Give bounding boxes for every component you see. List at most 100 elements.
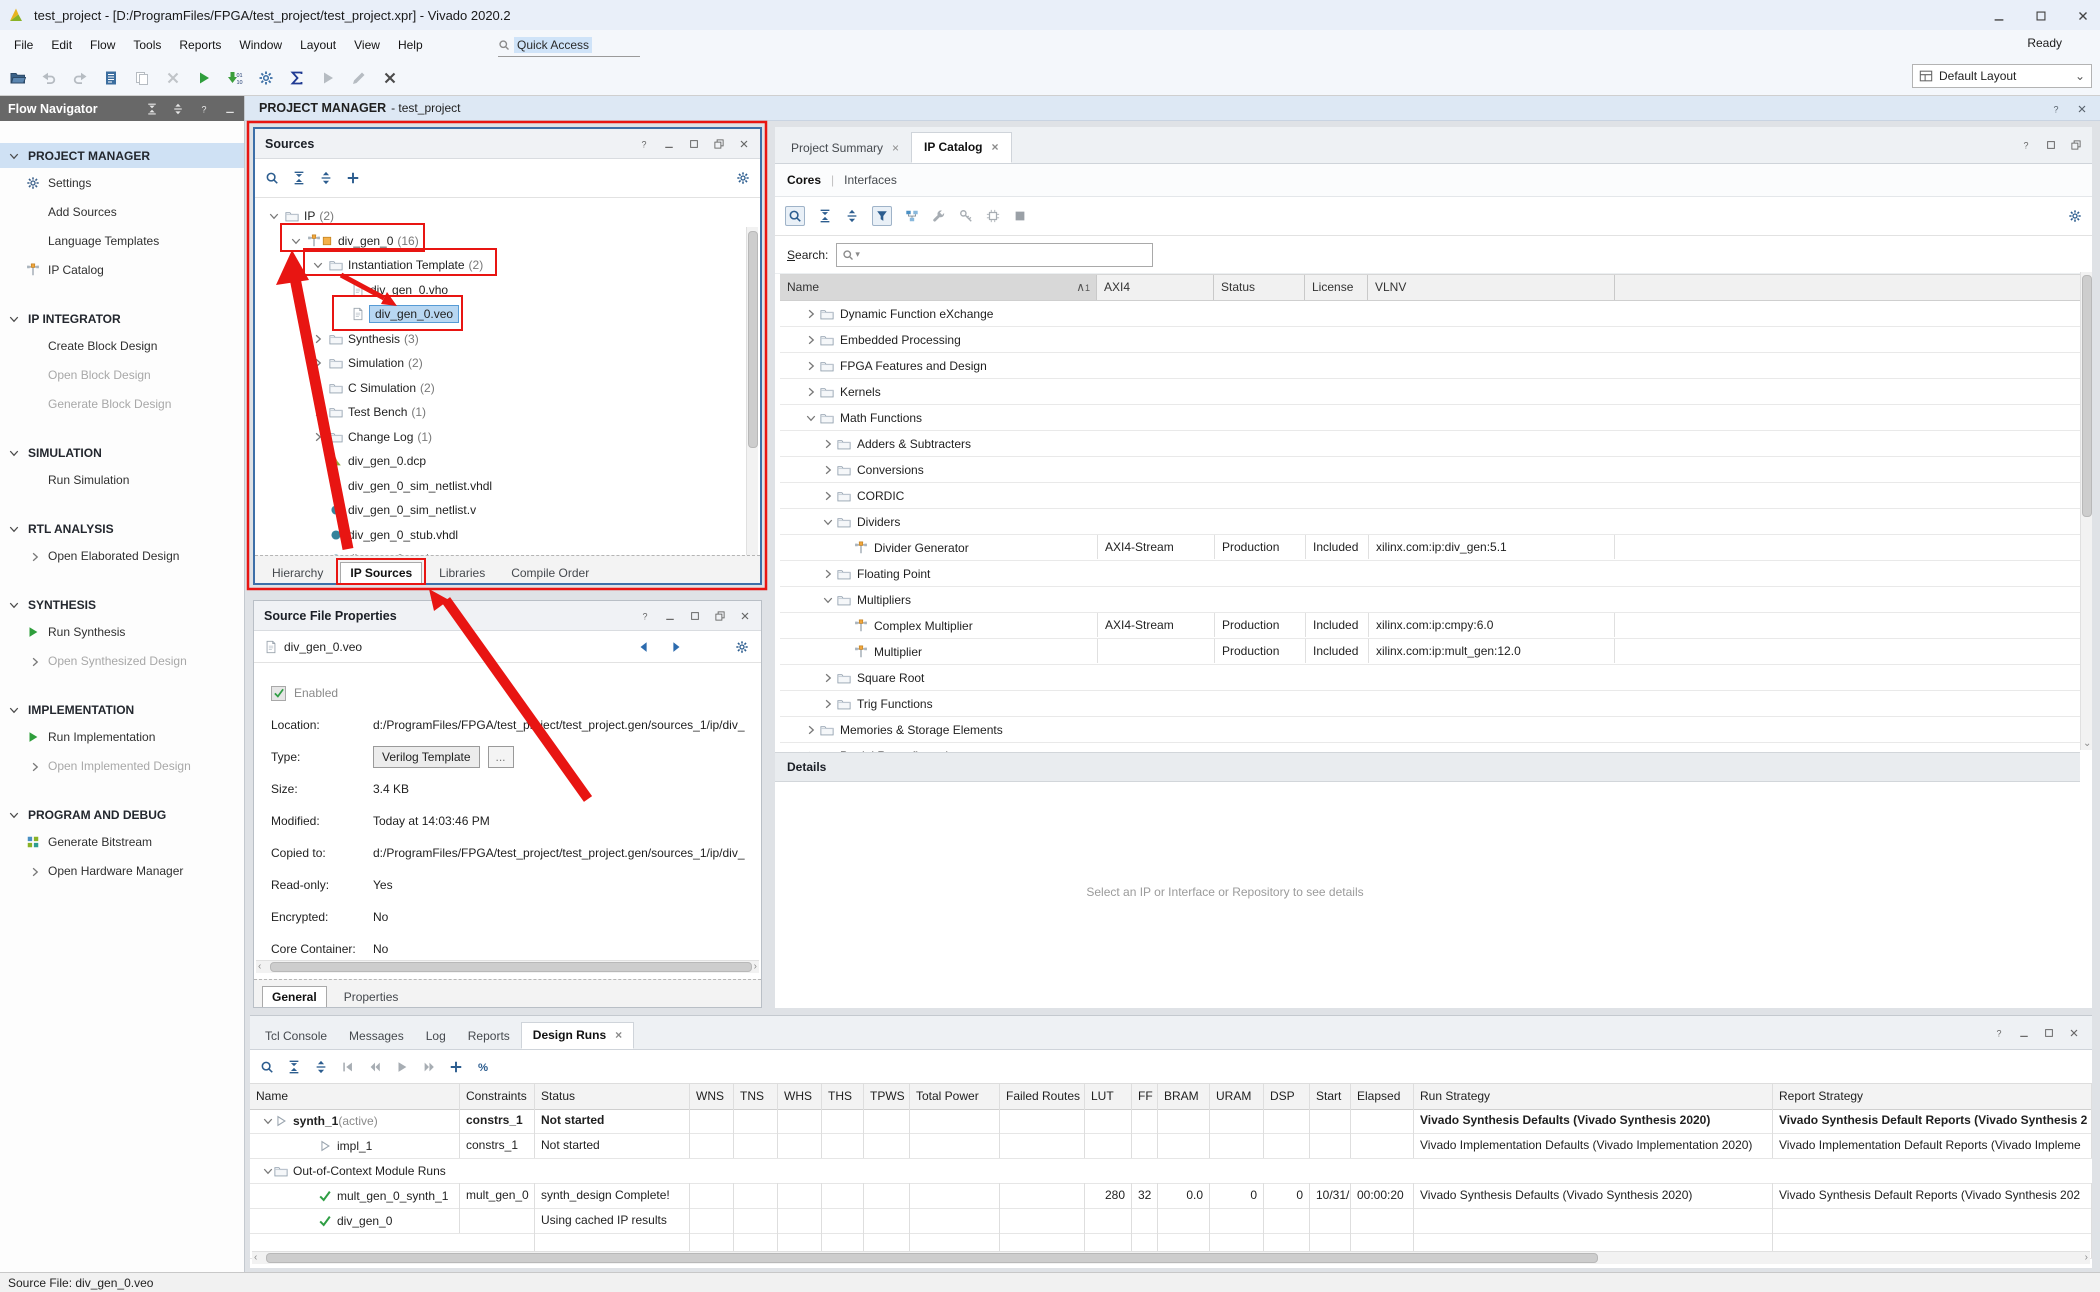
bottom-panel-minimize-button[interactable] bbox=[2018, 1025, 2030, 1039]
flow-nav-section-simulation[interactable]: SIMULATION bbox=[0, 440, 244, 465]
column-header-name[interactable]: Name∧1 bbox=[780, 275, 1097, 300]
sources-tree-item-synthesis[interactable]: Synthesis(3) bbox=[255, 327, 760, 352]
runs-column-whs[interactable]: WHS bbox=[778, 1084, 822, 1109]
file-properties-hscrollbar[interactable]: ‹ › bbox=[256, 960, 759, 973]
sources-help-button[interactable] bbox=[638, 137, 650, 151]
chevron-down-icon[interactable] bbox=[805, 412, 820, 424]
flow-nav-item-add-sources[interactable]: Add Sources bbox=[0, 197, 244, 226]
collapse-button[interactable] bbox=[287, 1060, 301, 1075]
chevron-down-icon[interactable] bbox=[290, 235, 307, 247]
quick-access-search[interactable]: Quick Access bbox=[498, 34, 640, 57]
file-properties-minimize-button[interactable] bbox=[664, 609, 676, 623]
sources-tab-ip-sources[interactable]: IP Sources bbox=[340, 562, 422, 583]
flow-nav-section-project-manager[interactable]: PROJECT MANAGER bbox=[0, 143, 244, 168]
gear-icon[interactable] bbox=[2068, 209, 2082, 224]
chip-button[interactable] bbox=[986, 209, 1000, 224]
sources-tree-item-div-gen-0-dcp[interactable]: div_gen_0.dcp bbox=[255, 449, 760, 474]
flow-nav-section-rtl-analysis[interactable]: RTL ANALYSIS bbox=[0, 516, 244, 541]
hier-button[interactable] bbox=[905, 209, 919, 224]
sources-tree-item-div-gen-0-sim-netlist-v[interactable]: div_gen_0_sim_netlist.v bbox=[255, 498, 760, 523]
subtab-interfaces[interactable]: Interfaces bbox=[844, 173, 897, 187]
column-header-license[interactable]: License bbox=[1305, 275, 1368, 300]
ip-catalog-row-multiplier[interactable]: MultiplierProductionIncludedxilinx.com:i… bbox=[780, 639, 2080, 665]
flow-nav-item-open-hardware-manager[interactable]: Open Hardware Manager bbox=[0, 856, 244, 885]
runs-row-synth-1[interactable]: synth_1 (active)constrs_1Not startedViva… bbox=[250, 1108, 2092, 1134]
runs-column-wns[interactable]: WNS bbox=[690, 1084, 734, 1109]
sources-minimize-button[interactable] bbox=[663, 137, 675, 151]
cancel-button[interactable] bbox=[382, 70, 398, 86]
doc-tab-project-summary[interactable]: Project Summary× bbox=[779, 134, 911, 163]
sources-tree-item-c-simulation[interactable]: C Simulation(2) bbox=[255, 376, 760, 401]
sources-maximize-button[interactable] bbox=[688, 137, 700, 151]
menu-view[interactable]: View bbox=[345, 38, 389, 52]
wrench-button[interactable] bbox=[932, 209, 946, 224]
search-button[interactable] bbox=[785, 206, 805, 226]
sources-tree-item-simulation[interactable]: Simulation(2) bbox=[255, 351, 760, 376]
chevron-down-icon[interactable] bbox=[8, 808, 20, 822]
delete-button[interactable] bbox=[165, 70, 181, 86]
flow-nav-item-settings[interactable]: Settings bbox=[0, 168, 244, 197]
flow-nav-item-run-simulation[interactable]: Run Simulation bbox=[0, 465, 244, 494]
chevron-down-icon[interactable] bbox=[8, 598, 20, 612]
ip-catalog-row-divider-generator[interactable]: Divider GeneratorAXI4-StreamProductionIn… bbox=[780, 535, 2080, 561]
funnel-button[interactable] bbox=[872, 206, 892, 226]
runs-column-tpws[interactable]: TPWS bbox=[864, 1084, 910, 1109]
column-header-axi4[interactable]: AXI4 bbox=[1097, 275, 1214, 300]
bottom-panel-maximize-button[interactable] bbox=[2043, 1025, 2055, 1039]
menu-reports[interactable]: Reports bbox=[170, 38, 230, 52]
runs-row-div-gen-0[interactable]: div_gen_0Using cached IP results bbox=[250, 1208, 2092, 1234]
sum-button[interactable] bbox=[289, 70, 305, 86]
undo-button[interactable] bbox=[41, 70, 57, 86]
sources-tree-item-change-log[interactable]: Change Log(1) bbox=[255, 425, 760, 450]
chevron-down-icon[interactable] bbox=[8, 522, 20, 536]
plus-button[interactable] bbox=[449, 1060, 463, 1075]
flow-navigator-expand-button[interactable] bbox=[172, 102, 184, 116]
ip-catalog-row-conversions[interactable]: Conversions bbox=[780, 457, 2080, 483]
runs-column-ths[interactable]: THS bbox=[822, 1084, 864, 1109]
redo-button[interactable] bbox=[72, 70, 88, 86]
ip-catalog-help-button[interactable] bbox=[2020, 137, 2032, 151]
design-runs-hscrollbar[interactable]: ‹ › bbox=[252, 1251, 2090, 1264]
runs-column-lut[interactable]: LUT bbox=[1085, 1084, 1132, 1109]
flow-navigator-help-button[interactable] bbox=[198, 102, 210, 116]
flow-nav-item-open-synthesized-design[interactable]: Open Synthesized Design bbox=[0, 646, 244, 675]
flow-nav-item-ip-catalog[interactable]: IP Catalog bbox=[0, 255, 244, 284]
window-close-button[interactable] bbox=[2074, 7, 2092, 23]
chevron-right-icon[interactable] bbox=[822, 568, 837, 580]
file-properties-float-button[interactable] bbox=[714, 609, 726, 623]
ip-catalog-row-complex-multiplier[interactable]: Complex MultiplierAXI4-StreamProductionI… bbox=[780, 613, 2080, 639]
runs-column-tns[interactable]: TNS bbox=[734, 1084, 778, 1109]
runs-column-bram[interactable]: BRAM bbox=[1158, 1084, 1210, 1109]
chevron-right-icon[interactable] bbox=[805, 386, 820, 398]
menu-tools[interactable]: Tools bbox=[124, 38, 170, 52]
chevron-right-icon[interactable] bbox=[312, 333, 329, 345]
doc-tab-ip-catalog[interactable]: IP Catalog× bbox=[911, 132, 1011, 163]
flow-nav-section-implementation[interactable]: IMPLEMENTATION bbox=[0, 697, 244, 722]
runs-column-name[interactable]: Name bbox=[250, 1084, 460, 1109]
ip-catalog-row-embedded-processing[interactable]: Embedded Processing bbox=[780, 327, 2080, 353]
chevron-down-icon[interactable] bbox=[822, 594, 837, 606]
chevron-down-icon[interactable] bbox=[262, 1109, 274, 1133]
more-options-button[interactable]: ... bbox=[488, 746, 514, 768]
flow-nav-item-run-implementation[interactable]: Run Implementation bbox=[0, 722, 244, 751]
collapse-button[interactable] bbox=[292, 171, 306, 186]
chevron-down-icon[interactable] bbox=[8, 149, 20, 163]
menu-help[interactable]: Help bbox=[389, 38, 432, 52]
sources-tree-item-ip[interactable]: IP(2) bbox=[255, 204, 760, 229]
copy-button[interactable] bbox=[134, 70, 150, 86]
bottom-tab-design-runs[interactable]: Design Runs× bbox=[521, 1022, 634, 1049]
ip-catalog-row-math-functions[interactable]: Math Functions bbox=[780, 405, 2080, 431]
runs-column-report-strategy[interactable]: Report Strategy bbox=[1773, 1084, 2092, 1109]
file-properties-tab-properties[interactable]: Properties bbox=[335, 987, 408, 1007]
square-button[interactable] bbox=[1013, 209, 1027, 224]
runs-column-status[interactable]: Status bbox=[535, 1084, 690, 1109]
file-properties-tab-general[interactable]: General bbox=[262, 986, 327, 1007]
menu-flow[interactable]: Flow bbox=[81, 38, 124, 52]
sources-tab-compile-order[interactable]: Compile Order bbox=[502, 563, 598, 583]
sources-float-button[interactable] bbox=[713, 137, 725, 151]
runs-column-elapsed[interactable]: Elapsed bbox=[1351, 1084, 1414, 1109]
flow-nav-item-language-templates[interactable]: Language Templates bbox=[0, 226, 244, 255]
runs-row-impl-1[interactable]: impl_1constrs_1Not startedVivado Impleme… bbox=[250, 1133, 2092, 1159]
ip-catalog-row-memories-storage-elements[interactable]: Memories & Storage Elements bbox=[780, 717, 2080, 743]
ip-catalog-row-fpga-features-and-design[interactable]: FPGA Features and Design bbox=[780, 353, 2080, 379]
